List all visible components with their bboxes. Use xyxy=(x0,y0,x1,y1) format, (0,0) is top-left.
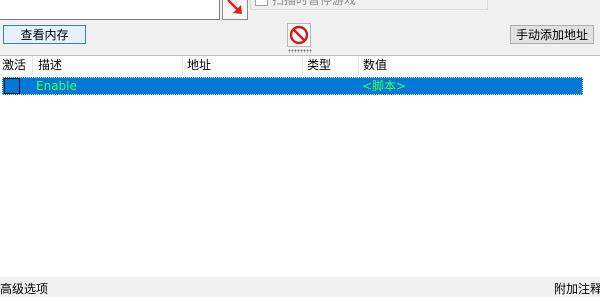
no-entry-icon xyxy=(289,25,309,45)
add-comment-link[interactable]: 附加注释 xyxy=(554,280,600,297)
column-header-address[interactable]: 地址 xyxy=(183,56,303,75)
pause-game-checkbox[interactable] xyxy=(255,0,268,6)
address-input[interactable] xyxy=(0,0,220,20)
column-header-value[interactable]: 数值 xyxy=(359,56,600,75)
advanced-options-link[interactable]: 高级选项 xyxy=(0,280,48,297)
row-active-checkbox[interactable] xyxy=(4,78,20,94)
clear-list-button[interactable] xyxy=(287,23,311,47)
row-description: Enable xyxy=(36,79,77,93)
pause-game-label: 扫描时暂停游戏 xyxy=(272,0,357,7)
manual-add-address-button[interactable]: 手动添加地址 xyxy=(510,25,594,44)
column-header-type[interactable]: 类型 xyxy=(303,56,359,75)
address-list-table[interactable]: 激活 描述 地址 类型 数值 Enable <脚本> xyxy=(0,55,600,277)
table-header: 激活 描述 地址 类型 数值 xyxy=(0,56,600,75)
row-value: <脚本> xyxy=(362,79,407,93)
red-arrow-icon xyxy=(227,0,242,14)
view-memory-button[interactable]: 查看内存 xyxy=(3,25,86,44)
add-to-list-button[interactable] xyxy=(222,0,248,20)
table-row[interactable]: Enable <脚本> xyxy=(2,77,583,95)
column-header-description[interactable]: 描述 xyxy=(33,56,183,75)
column-header-active[interactable]: 激活 xyxy=(0,56,33,75)
splitter-grip[interactable] xyxy=(288,49,312,53)
